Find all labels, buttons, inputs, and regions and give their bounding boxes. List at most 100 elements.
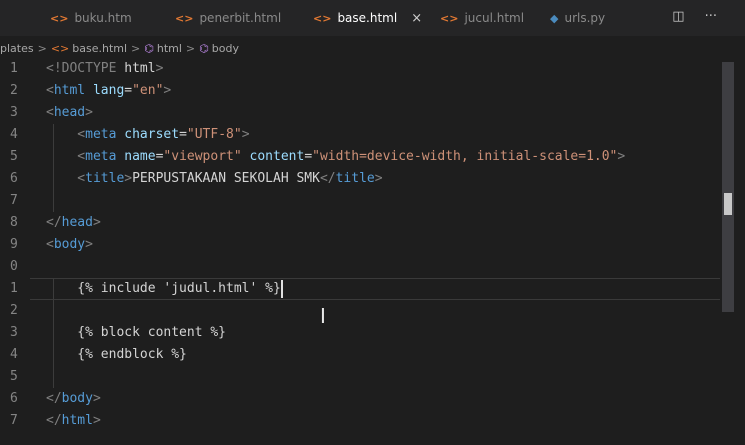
code-token: < — [46, 83, 54, 98]
text-cursor-ibeam-icon: I — [320, 304, 326, 328]
code-token: title — [85, 171, 125, 186]
tab-label: jucul.html — [464, 11, 525, 25]
tab-label: buku.htm — [74, 11, 132, 25]
code-token: "UTF-8" — [186, 127, 242, 142]
code-line: </body> — [46, 388, 101, 410]
element-icon: ⌬ — [199, 41, 209, 55]
breadcrumb-file[interactable]: base.html — [72, 42, 127, 55]
code-token: </ — [46, 413, 62, 428]
code-line: {% endblock %} — [46, 344, 187, 366]
code-line: <meta charset="UTF-8"> — [46, 124, 250, 146]
split-editor-icon[interactable]: ◫ — [672, 9, 684, 24]
line-number: 4 — [10, 347, 18, 362]
line-number: 7 — [10, 193, 18, 208]
code-token: > — [124, 171, 133, 186]
html-file-icon: <> — [175, 11, 194, 25]
line-number: 7 — [10, 413, 18, 428]
line-number: 2 — [10, 303, 18, 318]
code-token: < — [46, 127, 86, 142]
tab-actions: ◫ ··· — [672, 9, 717, 24]
text-caret — [280, 279, 283, 298]
line-number: 8 — [10, 215, 18, 230]
code-token: head — [61, 215, 93, 230]
scrollbar-thumb[interactable] — [722, 62, 734, 312]
code-token: > — [163, 83, 172, 98]
line-number: 1 — [10, 61, 18, 76]
line-number: 6 — [10, 171, 18, 186]
code-token: {% block content %} — [46, 325, 227, 340]
tab-penerbit-html[interactable]: <> penerbit.html — [175, 0, 281, 36]
line-number: 6 — [10, 391, 18, 406]
code-line: </head> — [46, 212, 101, 234]
code-line: </html> — [46, 410, 101, 432]
code-token: {% endblock %} — [46, 347, 187, 362]
code-token: lang — [92, 83, 125, 98]
code-token: "width=device-width, initial-scale=1.0" — [312, 149, 618, 164]
html-file-icon: <> — [440, 11, 459, 25]
html-file-icon: <> — [50, 41, 70, 55]
code-token: {% include 'judul.html' %} — [46, 281, 281, 296]
chevron-right-icon: > — [185, 41, 196, 55]
code-token: > — [617, 149, 626, 164]
code-token: title — [335, 171, 375, 186]
element-icon: ⌬ — [144, 41, 154, 55]
code-token: > — [92, 215, 101, 230]
tab-label: urls.py — [564, 11, 606, 25]
code-token: body — [53, 237, 86, 252]
code-token: = — [304, 149, 313, 164]
line-number: 3 — [10, 105, 18, 120]
tab-label: base.html — [337, 11, 398, 25]
tab-jucul-html[interactable]: <> jucul.html — [440, 0, 524, 36]
code-line: {% block content %} — [46, 322, 226, 344]
code-token: = — [179, 127, 187, 142]
code-token: head — [53, 105, 86, 120]
code-token: </ — [319, 171, 336, 186]
code-token: meta — [85, 127, 125, 142]
editor-tab-bar: <> buku.htm <> penerbit.html <> base.htm… — [0, 0, 745, 36]
code-line: <head> — [46, 102, 93, 124]
code-token: "viewport" — [163, 149, 250, 164]
breadcrumb-folder[interactable]: plates — [0, 42, 34, 55]
code-line: <!DOCTYPE html> — [46, 58, 163, 80]
more-actions-icon[interactable]: ··· — [705, 9, 717, 24]
code-token: > — [155, 61, 164, 76]
chevron-right-icon: > — [37, 41, 47, 55]
line-number: 5 — [10, 149, 18, 164]
code-token: > — [241, 127, 250, 142]
code-editor[interactable]: 12345678901234567 <!DOCTYPE html> <html l… — [0, 58, 745, 445]
line-number: 5 — [10, 369, 18, 384]
code-token: html — [61, 413, 93, 428]
close-icon[interactable]: × — [411, 11, 422, 26]
tab-base-html[interactable]: <> base.html × — [313, 0, 422, 36]
code-token: > — [85, 105, 93, 120]
code-token: </ — [46, 215, 62, 230]
html-file-icon: <> — [313, 11, 332, 25]
code-line: <meta name="viewport" content="width=dev… — [46, 146, 625, 168]
code-token: PERPUSTAKAAN SEKOLAH SMK — [132, 171, 320, 186]
code-token: html — [53, 83, 93, 98]
code-line: <title>PERPUSTAKAAN SEKOLAH SMK</title> — [46, 168, 382, 190]
code-token: content — [249, 149, 305, 164]
tab-label: penerbit.html — [199, 11, 282, 25]
breadcrumb-html[interactable]: html — [157, 42, 182, 55]
code-token: </ — [46, 391, 62, 406]
breadcrumb-body[interactable]: body — [212, 42, 239, 55]
python-file-icon: ◆ — [550, 11, 559, 25]
code-token: = — [124, 83, 133, 98]
code-token: html — [124, 61, 156, 76]
code-token: charset — [124, 127, 180, 142]
tab-urls-py[interactable]: ◆ urls.py — [550, 0, 605, 36]
line-number: 1 — [10, 281, 18, 296]
vertical-scrollbar[interactable] — [722, 58, 734, 445]
code-token: < — [46, 149, 86, 164]
code-token: name — [124, 149, 156, 164]
code-token: > — [85, 237, 93, 252]
scrollbar-cursor-marker — [724, 193, 732, 215]
line-number: 2 — [10, 83, 18, 98]
html-file-icon: <> — [50, 11, 69, 25]
code-line: <body> — [46, 234, 93, 256]
code-token: < — [46, 171, 86, 186]
tab-buku-html[interactable]: <> buku.htm — [50, 0, 132, 36]
code-line: <html lang="en"> — [46, 80, 171, 102]
code-token: meta — [85, 149, 125, 164]
